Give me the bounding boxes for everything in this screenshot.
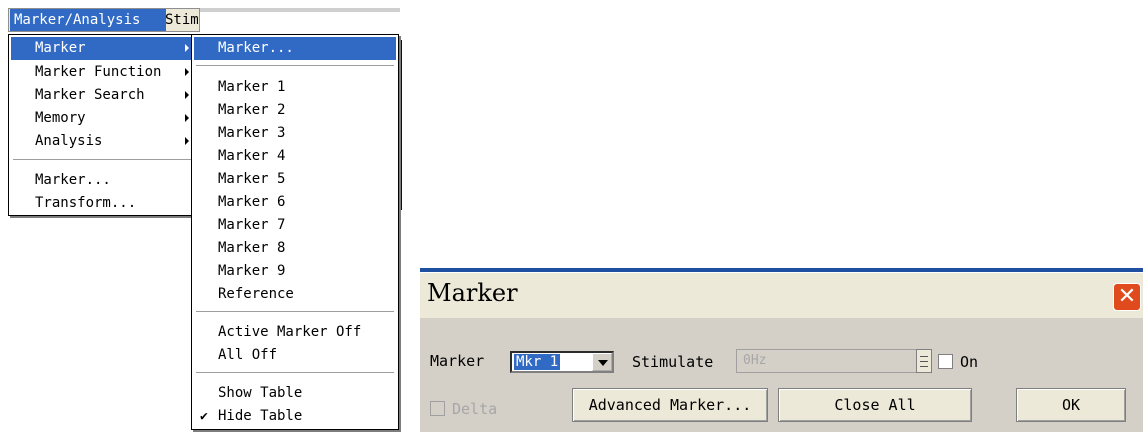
submenu-item-marker-7[interactable]: Marker 7 (194, 214, 396, 237)
submenu-item-marker-5[interactable]: Marker 5 (194, 168, 396, 191)
stimulate-spinner[interactable] (916, 349, 932, 373)
menu-item-marker[interactable]: Marker (11, 37, 193, 60)
menu-item-label: Analysis (35, 133, 103, 149)
submenu-arrow-icon (185, 68, 189, 76)
submenu-item-marker-1[interactable]: Marker 1 (194, 76, 396, 99)
marker-analysis-menu: Marker Marker Function Marker Search Mem… (8, 34, 196, 216)
menu-separator (196, 372, 394, 374)
menu-separator (13, 159, 191, 161)
submenu-arrow-icon (185, 44, 189, 52)
marker-select-value: Mkr 1 (514, 354, 561, 370)
submenu-item-marker-4[interactable]: Marker 4 (194, 145, 396, 168)
stimulate-input[interactable]: 0Hz (736, 349, 918, 373)
advanced-marker-button[interactable]: Advanced Marker... (572, 388, 768, 422)
menu-item-memory[interactable]: Memory (11, 107, 193, 130)
submenu-item-hide-table[interactable]: ✔ Hide Table (194, 405, 396, 428)
menu-item-label: Marker Function (35, 64, 162, 80)
marker-submenu: Marker... Marker 1 Marker 2 Marker 3 Mar… (191, 34, 399, 430)
submenu-item-reference[interactable]: Reference (194, 283, 396, 306)
submenu-arrow-icon (185, 91, 189, 99)
stimulate-label: Stimulate (632, 353, 714, 371)
dialog-title: Marker (427, 279, 518, 307)
submenu-item-marker-8[interactable]: Marker 8 (194, 237, 396, 260)
menu-item-label: Memory (35, 110, 86, 126)
menu-item-label: Hide Table (218, 408, 303, 424)
menu-stimulus[interactable]: Stim (161, 9, 203, 31)
close-all-button[interactable]: Close All (778, 388, 972, 422)
submenu-item-all-off[interactable]: All Off (194, 344, 396, 367)
marker-dialog-body: Marker Mkr 1 Stimulate 0Hz On Delta Adva… (420, 318, 1143, 432)
dialog-title-bar[interactable]: Marker ✕ (420, 272, 1143, 318)
menu-separator (196, 65, 394, 67)
menu-item-label: Marker (35, 40, 86, 56)
submenu-arrow-icon (185, 137, 189, 145)
submenu-item-marker-dialog[interactable]: Marker... (194, 37, 396, 60)
on-checkbox[interactable] (938, 354, 953, 369)
delta-checkbox[interactable] (430, 401, 445, 416)
menu-marker-analysis[interactable]: Marker/Analysis (10, 9, 166, 31)
submenu-item-marker-6[interactable]: Marker 6 (194, 191, 396, 214)
menu-item-analysis[interactable]: Analysis (11, 130, 193, 153)
menu-item-transform[interactable]: Transform... (11, 192, 193, 215)
menu-item-label: Marker Search (35, 87, 145, 103)
submenu-item-marker-3[interactable]: Marker 3 (194, 122, 396, 145)
menu-bar: Marker/Analysis Stim (8, 8, 200, 32)
marker-select[interactable]: Mkr 1 (510, 351, 614, 373)
menu-separator (196, 311, 394, 313)
menu-item-marker-dialog[interactable]: Marker... (11, 169, 193, 192)
submenu-item-active-marker-off[interactable]: Active Marker Off (194, 321, 396, 344)
marker-label: Marker (430, 352, 485, 370)
submenu-arrow-icon (185, 114, 189, 122)
submenu-item-marker-2[interactable]: Marker 2 (194, 99, 396, 122)
on-label: On (960, 353, 979, 371)
menu-item-marker-search[interactable]: Marker Search (11, 84, 193, 107)
submenu-item-marker-9[interactable]: Marker 9 (194, 260, 396, 283)
background-window-edge (200, 8, 400, 12)
checkmark-icon: ✔ (200, 409, 208, 424)
ok-button[interactable]: OK (1016, 388, 1126, 422)
chevron-down-icon[interactable] (592, 353, 612, 371)
menu-item-marker-function[interactable]: Marker Function (11, 61, 193, 84)
close-icon[interactable]: ✕ (1113, 283, 1141, 311)
delta-label: Delta (452, 400, 498, 418)
submenu-item-show-table[interactable]: Show Table (194, 382, 396, 405)
